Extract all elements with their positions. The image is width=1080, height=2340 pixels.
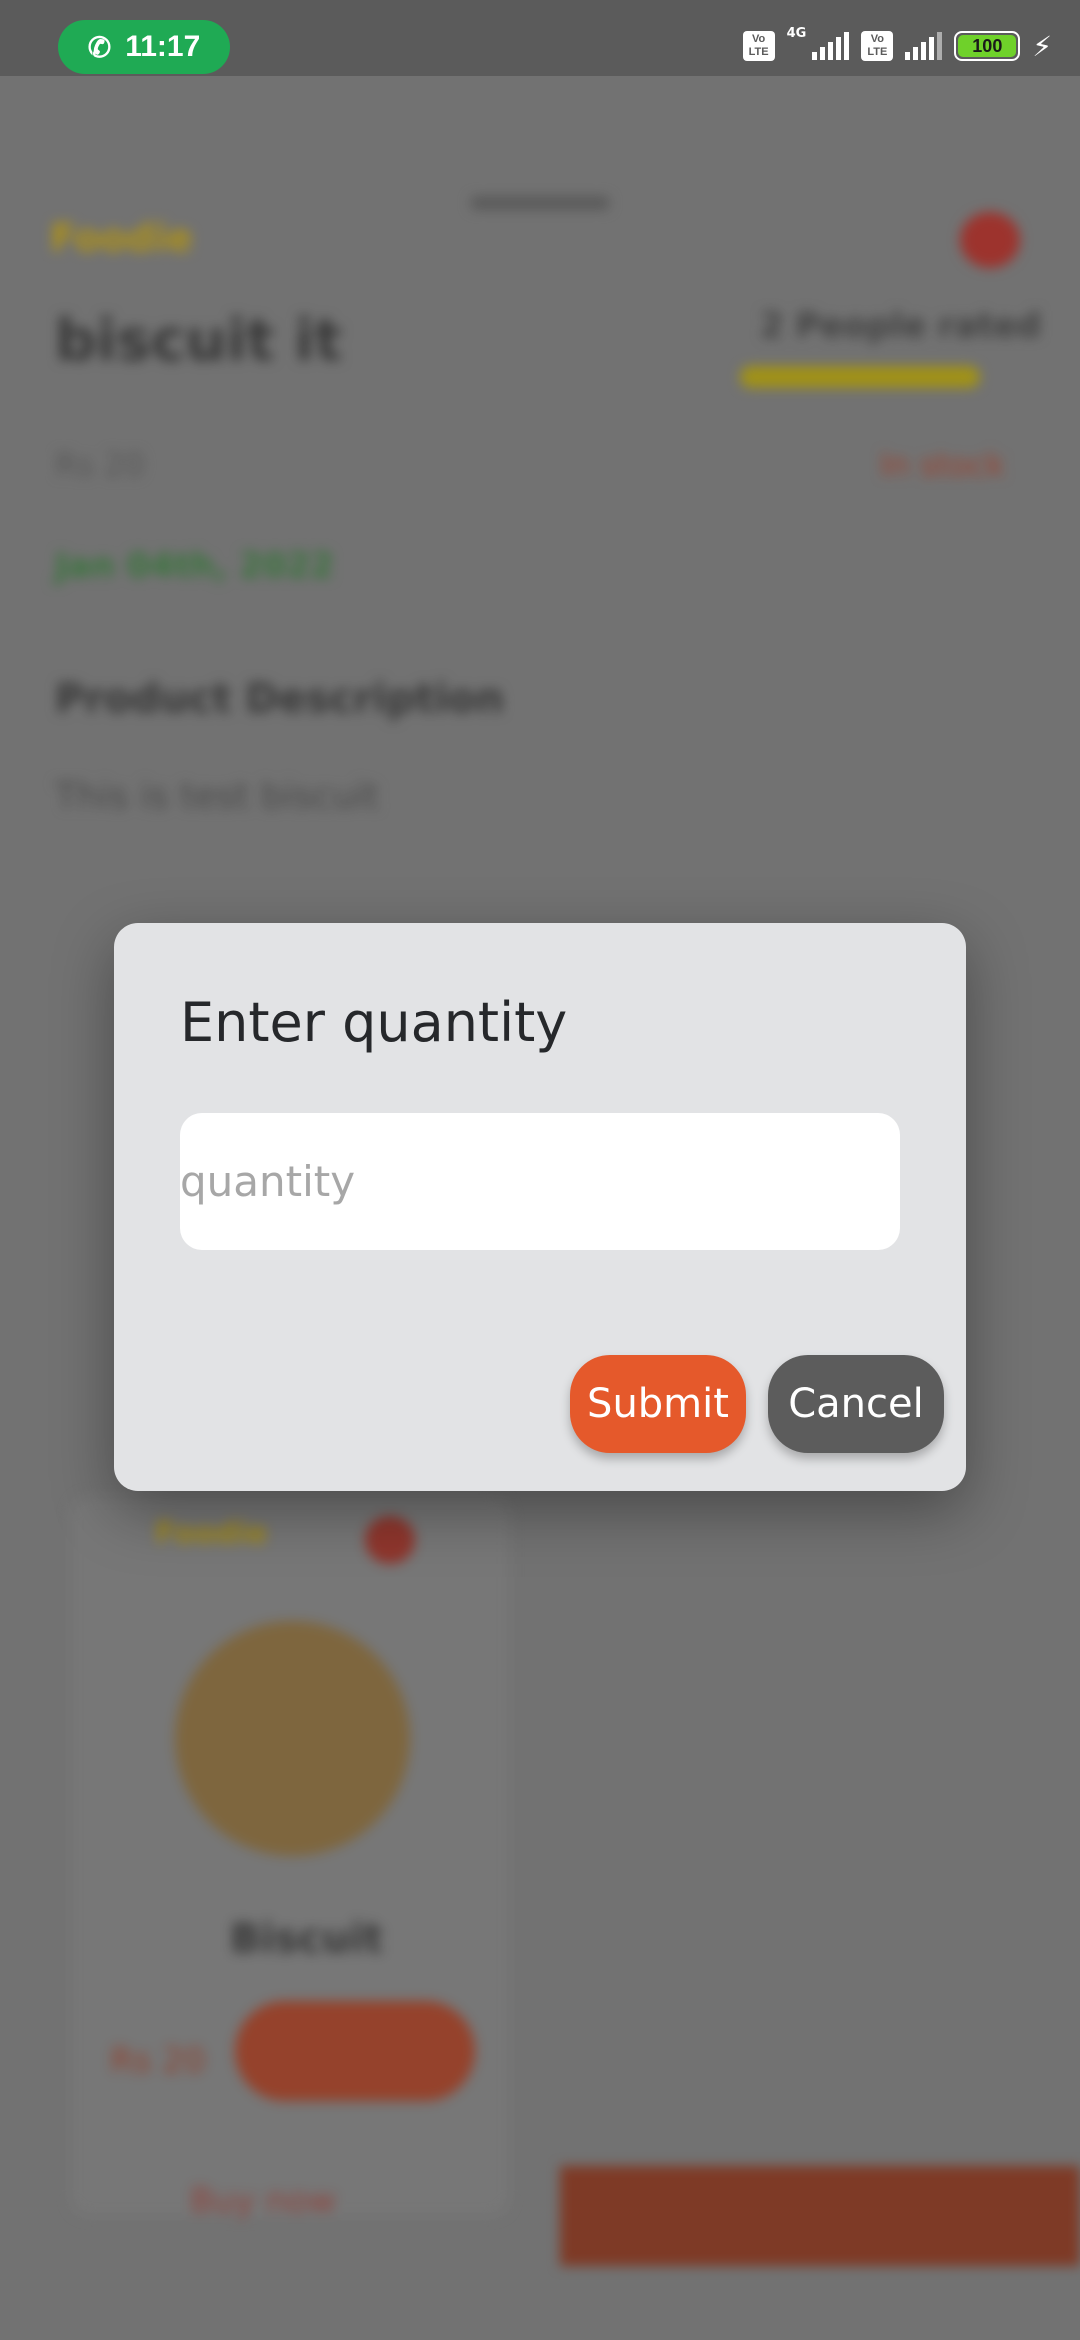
battery-level: 100 xyxy=(972,35,1003,56)
charging-icon: ⚡ xyxy=(1032,29,1052,63)
volte-icon: Vo LTE xyxy=(861,31,894,61)
battery-icon: 100 xyxy=(954,31,1021,61)
status-bar: ✆ 11:17 Vo LTE 4G Vo LTE 100 ⚡ xyxy=(0,0,1080,76)
status-icons: Vo LTE 4G Vo LTE 100 ⚡ xyxy=(742,26,1052,66)
signal-icon xyxy=(812,32,850,60)
submit-button[interactable]: Submit xyxy=(570,1355,746,1453)
quantity-input[interactable] xyxy=(180,1113,900,1250)
network-type-label: 4G xyxy=(786,26,807,41)
dialog-title: Enter quantity xyxy=(180,991,568,1054)
status-time: 11:17 xyxy=(125,30,201,63)
volte-icon: Vo LTE xyxy=(742,31,775,61)
cancel-button[interactable]: Cancel xyxy=(768,1355,944,1453)
quantity-dialog: Enter quantity Submit Cancel xyxy=(114,923,966,1491)
ongoing-call-pill[interactable]: ✆ 11:17 xyxy=(58,20,230,74)
signal-icon xyxy=(905,32,943,60)
phone-icon: ✆ xyxy=(87,31,112,63)
